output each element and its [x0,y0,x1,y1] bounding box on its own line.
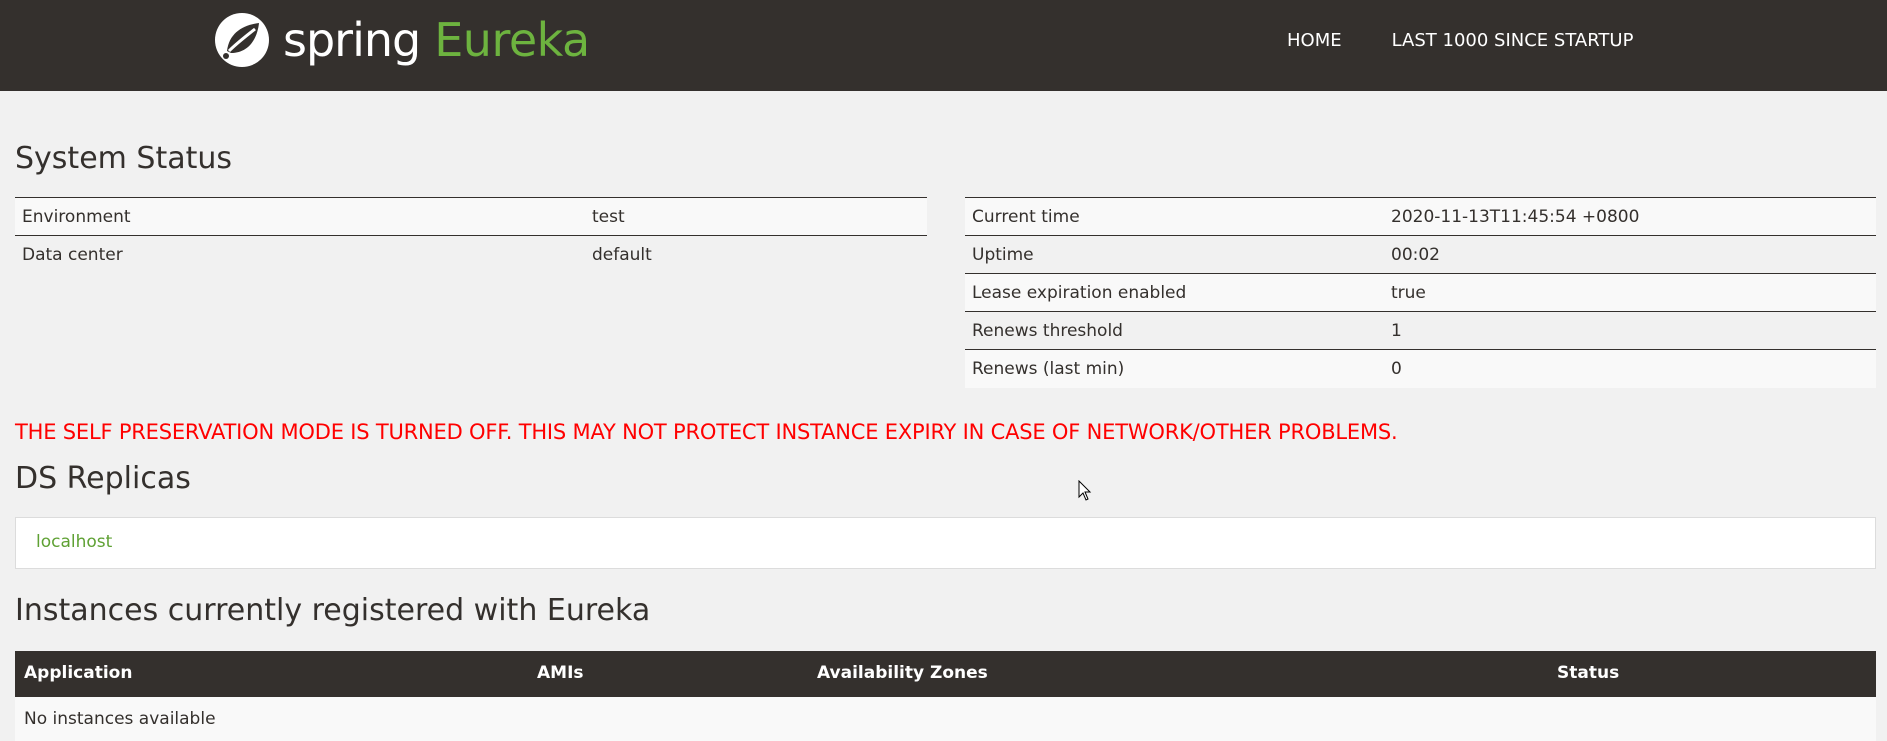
env-value: test [585,197,927,236]
current-time-label: Current time [965,197,1384,236]
uptime-value: 00:02 [1384,235,1876,274]
table-row: No instances available [15,695,1876,741]
instances-title: Instances currently registered with Eure… [15,593,651,628]
col-application[interactable]: Application [15,651,528,696]
datacenter-label: Data center [15,235,585,274]
instances-table: Application AMIs Availability Zones Stat… [15,651,1876,741]
renews-last-min-value: 0 [1384,349,1876,388]
renews-threshold-label: Renews threshold [965,311,1384,350]
renews-last-min-label: Renews (last min) [965,349,1384,388]
mouse-cursor-icon [1078,480,1092,501]
brand-eureka: Eureka [434,13,590,67]
replica-link-localhost[interactable]: localhost [36,532,112,552]
table-row: Data center default [15,235,927,274]
table-row: Renews (last min) 0 [965,349,1876,388]
col-amis[interactable]: AMIs [528,651,808,696]
table-row: Environment test [15,197,927,236]
renews-threshold-value: 1 [1384,311,1876,350]
system-status-right-table: Current time 2020-11-13T11:45:54 +0800 U… [965,197,1876,388]
uptime-label: Uptime [965,235,1384,274]
system-status-left-table: Environment test Data center default [15,197,927,274]
col-availability-zones[interactable]: Availability Zones [808,651,1548,696]
env-label: Environment [15,197,585,236]
brand-spring: spring [283,13,421,67]
brand-logo[interactable]: spring Eureka [213,10,590,70]
system-status-title: System Status [15,141,233,176]
nav-links: HOME LAST 1000 SINCE STARTUP [1287,30,1683,51]
self-preservation-warning: THE SELF PRESERVATION MODE IS TURNED OFF… [15,420,1398,444]
no-instances-message: No instances available [15,695,1876,741]
nav-home-link[interactable]: HOME [1287,30,1342,51]
top-navbar: spring Eureka HOME LAST 1000 SINCE START… [0,0,1887,91]
table-row: Current time 2020-11-13T11:45:54 +0800 [965,197,1876,236]
ds-replicas-list: localhost [15,517,1876,569]
datacenter-value: default [585,235,927,274]
table-row: Uptime 00:02 [965,235,1876,274]
table-header-row: Application AMIs Availability Zones Stat… [15,651,1876,696]
spring-leaf-icon [215,13,269,67]
ds-replicas-title: DS Replicas [15,461,191,496]
col-status[interactable]: Status [1548,651,1876,696]
lease-label: Lease expiration enabled [965,273,1384,312]
nav-last1000-link[interactable]: LAST 1000 SINCE STARTUP [1392,30,1634,51]
table-row: Lease expiration enabled true [965,273,1876,312]
current-time-value: 2020-11-13T11:45:54 +0800 [1384,197,1876,236]
lease-value: true [1384,273,1876,312]
table-row: Renews threshold 1 [965,311,1876,350]
